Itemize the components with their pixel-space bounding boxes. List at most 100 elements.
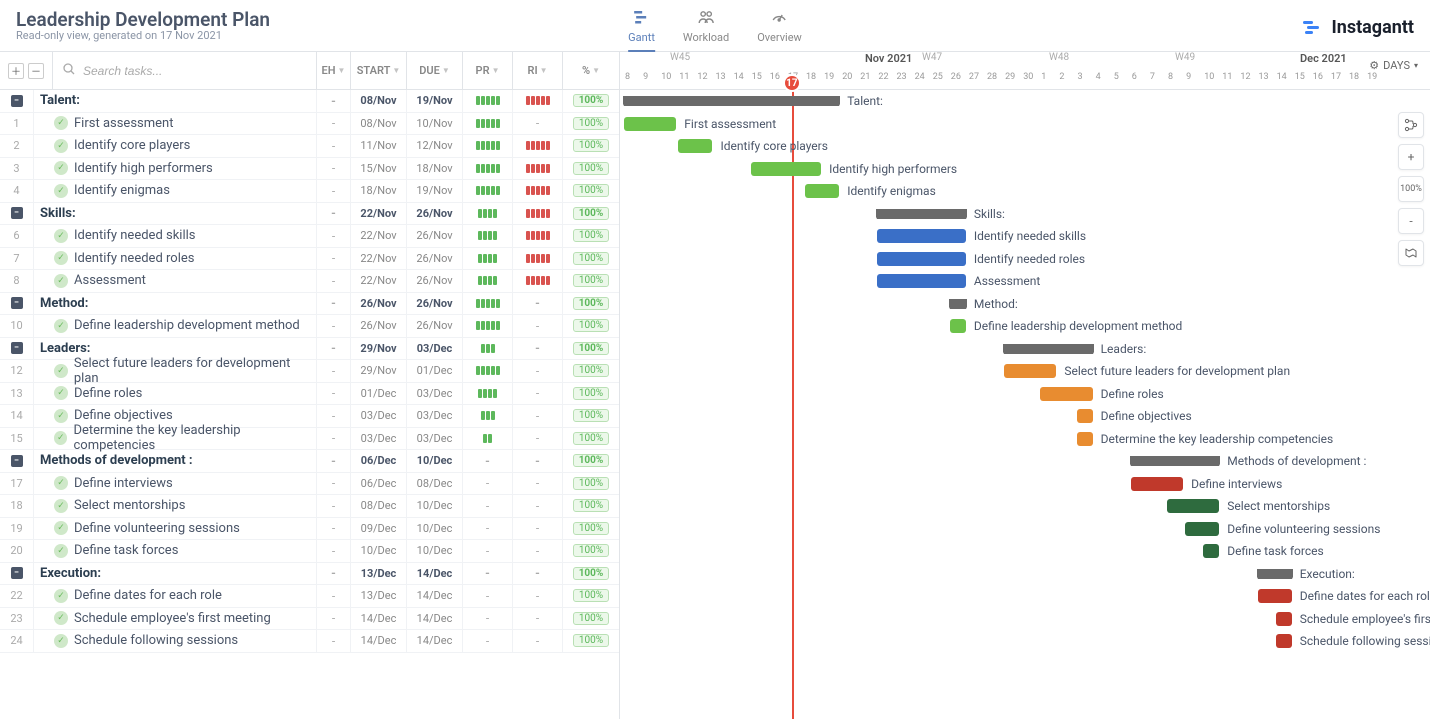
check-icon[interactable]: ✓ [54, 386, 68, 400]
search-input[interactable] [81, 63, 306, 79]
task-row[interactable]: 20✓Define task forces-10/Dec10/Dec--100% [0, 540, 619, 563]
check-icon[interactable]: ✓ [54, 139, 68, 153]
collapse-icon[interactable]: − [11, 567, 23, 579]
zoom-in-button[interactable]: + [1398, 144, 1424, 170]
task-row[interactable]: 19✓Define volunteering sessions-09/Dec10… [0, 518, 619, 541]
task-row[interactable]: 12✓Select future leaders for development… [0, 360, 619, 383]
gantt-bar[interactable] [805, 184, 839, 198]
collapse-icon[interactable]: − [11, 455, 23, 467]
gantt-bar[interactable] [1203, 544, 1219, 558]
cell-due: 03/Dec [407, 428, 463, 450]
check-icon[interactable]: ✓ [54, 251, 68, 265]
tab-workload[interactable]: Workload [683, 8, 729, 50]
group-row[interactable]: −Skills:-22/Nov26/Nov100% [0, 203, 619, 226]
gantt-bar[interactable] [1276, 634, 1292, 648]
zoom-level[interactable]: 100% [1398, 176, 1424, 202]
gantt-bar[interactable] [877, 209, 966, 219]
task-row[interactable]: 17✓Define interviews-06/Dec08/Dec--100% [0, 473, 619, 496]
check-icon[interactable]: ✓ [54, 184, 68, 198]
col-start[interactable]: START▼ [351, 52, 407, 89]
gantt-bar[interactable] [1258, 589, 1292, 603]
check-icon[interactable]: ✓ [54, 589, 68, 603]
collapse-icon[interactable]: − [11, 207, 23, 219]
cell-eh: - [317, 180, 351, 202]
check-icon[interactable]: ✓ [54, 364, 68, 378]
group-row[interactable]: −Methods of development :-06/Dec10/Dec--… [0, 450, 619, 473]
gantt-bar[interactable] [624, 117, 676, 131]
cell-pr [463, 113, 513, 135]
task-row[interactable]: 15✓Determine the key leadership competen… [0, 428, 619, 451]
cell-ri [513, 135, 563, 157]
check-icon[interactable]: ✓ [54, 409, 68, 423]
gantt-bar[interactable] [1167, 499, 1219, 513]
gantt-bar-label: Define leadership development method [974, 319, 1182, 333]
gantt-bar[interactable] [624, 96, 839, 106]
check-icon[interactable]: ✓ [54, 229, 68, 243]
col-pct[interactable]: %▼ [563, 52, 619, 89]
check-icon[interactable]: ✓ [54, 611, 68, 625]
brand-logo[interactable]: Instagantt [1303, 16, 1414, 40]
task-row[interactable]: 1✓First assessment-08/Nov10/Nov-100% [0, 113, 619, 136]
check-icon[interactable]: ✓ [54, 319, 68, 333]
col-ri[interactable]: RI▼ [513, 52, 563, 89]
gantt-bar[interactable] [1258, 569, 1292, 579]
gantt-bar[interactable] [950, 319, 966, 333]
task-row[interactable]: 3✓Identify high performers-15/Nov18/Nov1… [0, 158, 619, 181]
gantt-bar[interactable] [678, 139, 712, 153]
cell-ri: - [513, 563, 563, 585]
gantt-bar[interactable] [1004, 344, 1093, 354]
gantt-bar[interactable] [877, 274, 966, 288]
task-row[interactable]: 4✓Identify enigmas-18/Nov19/Nov100% [0, 180, 619, 203]
gantt-bar[interactable] [1276, 612, 1292, 626]
check-icon[interactable]: ✓ [54, 544, 68, 558]
gantt-bar[interactable] [877, 229, 966, 243]
col-pr[interactable]: PR▼ [463, 52, 513, 89]
cell-due: 10/Dec [407, 540, 463, 562]
group-row[interactable]: −Method:-26/Nov26/Nov-100% [0, 293, 619, 316]
gantt-bar[interactable] [950, 299, 966, 309]
task-row[interactable]: 23✓Schedule employee's first meeting-14/… [0, 608, 619, 631]
check-icon[interactable]: ✓ [54, 116, 68, 130]
col-eh[interactable]: EH▼ [317, 52, 351, 89]
check-icon[interactable]: ✓ [54, 476, 68, 490]
gantt-bar[interactable] [1185, 522, 1219, 536]
expand-all-button[interactable]: ＋ [8, 63, 24, 79]
check-icon[interactable]: ✓ [54, 521, 68, 535]
task-row[interactable]: 24✓Schedule following sessions-14/Dec14/… [0, 630, 619, 653]
col-due[interactable]: DUE▼ [407, 52, 463, 89]
collapse-icon[interactable]: − [11, 297, 23, 309]
tab-gantt[interactable]: Gantt [628, 8, 655, 52]
gantt-bar[interactable] [1077, 432, 1093, 446]
task-row[interactable]: 22✓Define dates for each role-13/Dec14/D… [0, 585, 619, 608]
check-icon[interactable]: ✓ [54, 161, 68, 175]
collapse-icon[interactable]: − [11, 95, 23, 107]
task-row[interactable]: 7✓Identify needed roles-22/Nov26/Nov100% [0, 248, 619, 271]
gantt-bar[interactable] [1131, 456, 1220, 466]
group-row[interactable]: −Talent:-08/Nov19/Nov100% [0, 90, 619, 113]
gantt-bar[interactable] [1040, 387, 1092, 401]
task-row[interactable]: 13✓Define roles-01/Dec03/Dec-100% [0, 383, 619, 406]
zoom-out-button[interactable]: - [1398, 208, 1424, 234]
check-icon[interactable]: ✓ [54, 274, 68, 288]
task-row[interactable]: 10✓Define leadership development method-… [0, 315, 619, 338]
gantt-bar[interactable] [877, 252, 966, 266]
minimap-button[interactable] [1398, 240, 1424, 266]
task-row[interactable]: 6✓Identify needed skills-22/Nov26/Nov100… [0, 225, 619, 248]
gantt-bar[interactable] [1004, 364, 1056, 378]
gantt-bar[interactable] [1077, 409, 1093, 423]
row-index: 13 [0, 383, 34, 405]
branch-button[interactable] [1398, 112, 1424, 138]
task-row[interactable]: 2✓Identify core players-11/Nov12/Nov100% [0, 135, 619, 158]
task-row[interactable]: 18✓Select mentorships-08/Dec10/Dec--100% [0, 495, 619, 518]
task-row[interactable]: 8✓Assessment-22/Nov26/Nov100% [0, 270, 619, 293]
check-icon[interactable]: ✓ [54, 431, 67, 445]
collapse-icon[interactable]: − [11, 342, 23, 354]
timescale-button[interactable]: ⚙ DAYS ▾ [1363, 55, 1424, 76]
group-row[interactable]: −Execution:-13/Dec14/Dec--100% [0, 563, 619, 586]
check-icon[interactable]: ✓ [54, 634, 68, 648]
gantt-bar[interactable] [751, 162, 821, 176]
collapse-all-button[interactable]: － [28, 63, 44, 79]
gantt-bar[interactable] [1131, 477, 1183, 491]
tab-overview[interactable]: Overview [757, 8, 802, 50]
check-icon[interactable]: ✓ [54, 499, 68, 513]
